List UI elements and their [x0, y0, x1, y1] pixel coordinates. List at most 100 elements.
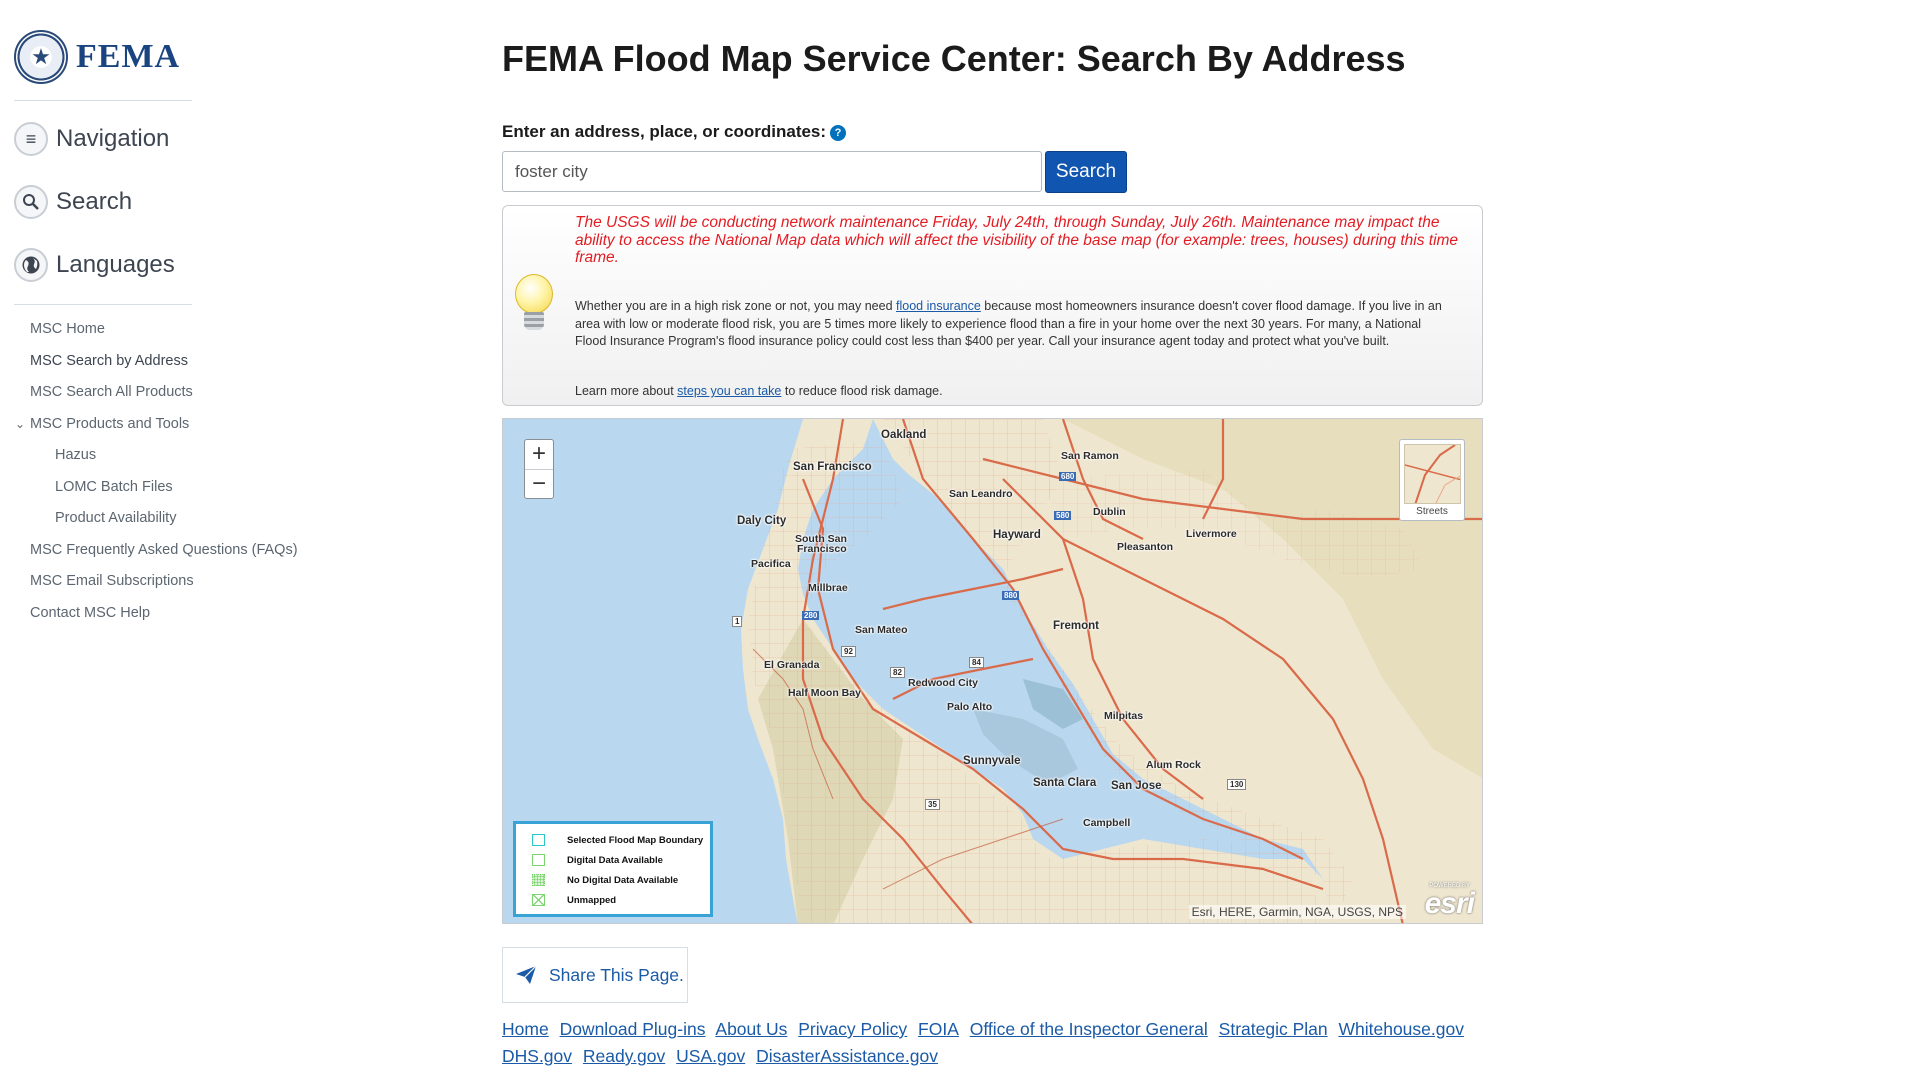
map-label: San Ramon	[1061, 450, 1119, 462]
map-legend: Selected Flood Map Boundary Digital Data…	[513, 821, 713, 917]
share-page-button[interactable]: Share This Page.	[502, 947, 688, 1003]
map-label: Redwood City	[908, 677, 978, 689]
map-label: San Mateo	[855, 624, 908, 636]
search-icon	[14, 185, 48, 219]
info-text: Whether you are in a high risk zone or n…	[575, 299, 897, 313]
basemap-thumbnail	[1404, 444, 1461, 504]
footer-link-disaster-assistance[interactable]: DisasterAssistance.gov	[756, 1046, 938, 1066]
lightbulb-icon	[513, 274, 555, 338]
sidebar-search-label: Search	[56, 188, 133, 215]
sidebar-languages-label: Languages	[56, 251, 175, 278]
sidebar-languages[interactable]: Languages	[14, 248, 175, 282]
highway-shield: 35	[925, 799, 940, 810]
sidebar-item-hazus[interactable]: Hazus	[30, 444, 298, 476]
legend-item: No Digital Data Available	[532, 870, 710, 890]
map-view[interactable]: + − Streets Oakland San Francisco San Ra…	[502, 418, 1483, 924]
footer-link-inspector-general[interactable]: Office of the Inspector General	[970, 1019, 1208, 1039]
search-button[interactable]: Search	[1045, 151, 1127, 193]
steps-you-can-take-link[interactable]: steps you can take	[677, 384, 781, 398]
legend-swatch-unmapped	[532, 894, 545, 906]
list-icon: ≡	[14, 122, 48, 156]
page-title: FEMA Flood Map Service Center: Search By…	[502, 38, 1406, 79]
zoom-out-button[interactable]: −	[525, 469, 553, 498]
footer-link-whitehouse[interactable]: Whitehouse.gov	[1338, 1019, 1464, 1039]
legend-item: Unmapped	[532, 890, 710, 910]
basemap-label: Streets	[1416, 506, 1448, 517]
map-label: Milpitas	[1104, 710, 1144, 722]
map-label: San Francisco	[793, 461, 872, 473]
map-label: Hayward	[993, 529, 1041, 541]
map-label: Half Moon Bay	[788, 687, 861, 699]
address-search-input[interactable]	[502, 151, 1042, 192]
legend-label: No Digital Data Available	[567, 874, 679, 886]
sidebar-item-search-all-products[interactable]: MSC Search All Products	[30, 381, 298, 413]
map-label: Francisco	[797, 543, 847, 555]
map-label: Millbrae	[808, 582, 848, 594]
sidebar-item-search-by-address[interactable]: MSC Search by Address	[30, 350, 298, 382]
flood-insurance-info: Whether you are in a high risk zone or n…	[575, 298, 1455, 351]
map-label: Campbell	[1083, 817, 1131, 829]
footer-link-usa[interactable]: USA.gov	[676, 1046, 745, 1066]
sidebar: ★ FEMA ≡ Navigation Search Languages MSC…	[0, 0, 300, 1080]
footer-link-download-plugins[interactable]: Download Plug-ins	[560, 1019, 706, 1039]
notice-panel: The USGS will be conducting network main…	[502, 205, 1483, 406]
footer-link-ready[interactable]: Ready.gov	[583, 1046, 665, 1066]
footer-links: Home Download Plug-ins About Us Privacy …	[502, 1016, 1502, 1070]
learn-more: Learn more about steps you can take to r…	[575, 384, 943, 398]
highway-shield: 1	[732, 616, 743, 627]
map-label: Dublin	[1093, 506, 1126, 518]
sidebar-item-products-and-tools[interactable]: ⌄ MSC Products and Tools	[15, 413, 298, 445]
sidebar-search[interactable]: Search	[14, 185, 132, 219]
map-attribution[interactable]: Esri, HERE, Garmin, NGA, USGS, NPS	[1188, 905, 1406, 919]
footer-link-privacy-policy[interactable]: Privacy Policy	[798, 1019, 907, 1039]
fema-logo[interactable]: ★ FEMA	[14, 30, 180, 84]
footer-link-about-us[interactable]: About Us	[715, 1019, 787, 1039]
logo-text: FEMA	[76, 38, 181, 75]
sidebar-item-product-availability[interactable]: Product Availability	[30, 507, 298, 539]
esri-logo[interactable]: esri	[1425, 887, 1475, 921]
sidebar-item-lomc-batch-files[interactable]: LOMC Batch Files	[30, 476, 298, 508]
sidebar-item-label: MSC Products and Tools	[30, 415, 190, 432]
footer-link-strategic-plan[interactable]: Strategic Plan	[1219, 1019, 1328, 1039]
map-label: San Leandro	[949, 488, 1013, 500]
footer-link-home[interactable]: Home	[502, 1019, 549, 1039]
highway-shield: 92	[841, 646, 856, 657]
divider	[14, 304, 192, 305]
flood-insurance-link[interactable]: flood insurance	[896, 299, 981, 313]
highway-shield: 82	[890, 667, 905, 678]
legend-item: Digital Data Available	[532, 850, 710, 870]
dhs-seal-icon: ★	[14, 30, 68, 84]
sidebar-navigation-label: Navigation	[56, 125, 170, 152]
sidebar-item-email-subscriptions[interactable]: MSC Email Subscriptions	[30, 570, 298, 602]
zoom-control: + −	[524, 439, 554, 499]
highway-shield: 84	[969, 657, 984, 668]
learn-more-text: Learn more about	[575, 384, 678, 398]
paper-plane-icon	[516, 965, 537, 984]
highway-shield: 880	[1002, 591, 1020, 600]
sidebar-item-faqs[interactable]: MSC Frequently Asked Questions (FAQs)	[30, 539, 298, 571]
footer-link-dhs[interactable]: DHS.gov	[502, 1046, 572, 1066]
legend-swatch-no-digital	[532, 874, 545, 886]
legend-swatch-selected	[532, 834, 545, 846]
sidebar-item-msc-home[interactable]: MSC Home	[30, 318, 298, 350]
sidebar-item-contact-help[interactable]: Contact MSC Help	[30, 602, 298, 634]
map-label: Pacifica	[751, 558, 791, 570]
maintenance-warning: The USGS will be conducting network main…	[575, 214, 1459, 266]
legend-label: Unmapped	[567, 894, 617, 906]
map-label: Livermore	[1186, 528, 1237, 540]
highway-shield: 280	[802, 611, 820, 620]
map-label: El Granada	[764, 659, 820, 671]
legend-label: Digital Data Available	[567, 854, 663, 866]
question-icon[interactable]: ?	[830, 125, 847, 141]
sidebar-links: MSC Home MSC Search by Address MSC Searc…	[15, 318, 298, 634]
map-label: Santa Clara	[1033, 777, 1097, 789]
map-label: Daly City	[737, 515, 787, 527]
basemap-toggle[interactable]: Streets	[1399, 439, 1465, 521]
highway-shield: 130	[1227, 779, 1247, 790]
footer-link-foia[interactable]: FOIA	[918, 1019, 959, 1039]
zoom-in-button[interactable]: +	[525, 440, 553, 469]
map-label: Sunnyvale	[963, 755, 1021, 767]
map-label: Oakland	[881, 429, 927, 441]
sidebar-navigation[interactable]: ≡ Navigation	[14, 122, 169, 156]
map-label: Pleasanton	[1117, 541, 1174, 553]
